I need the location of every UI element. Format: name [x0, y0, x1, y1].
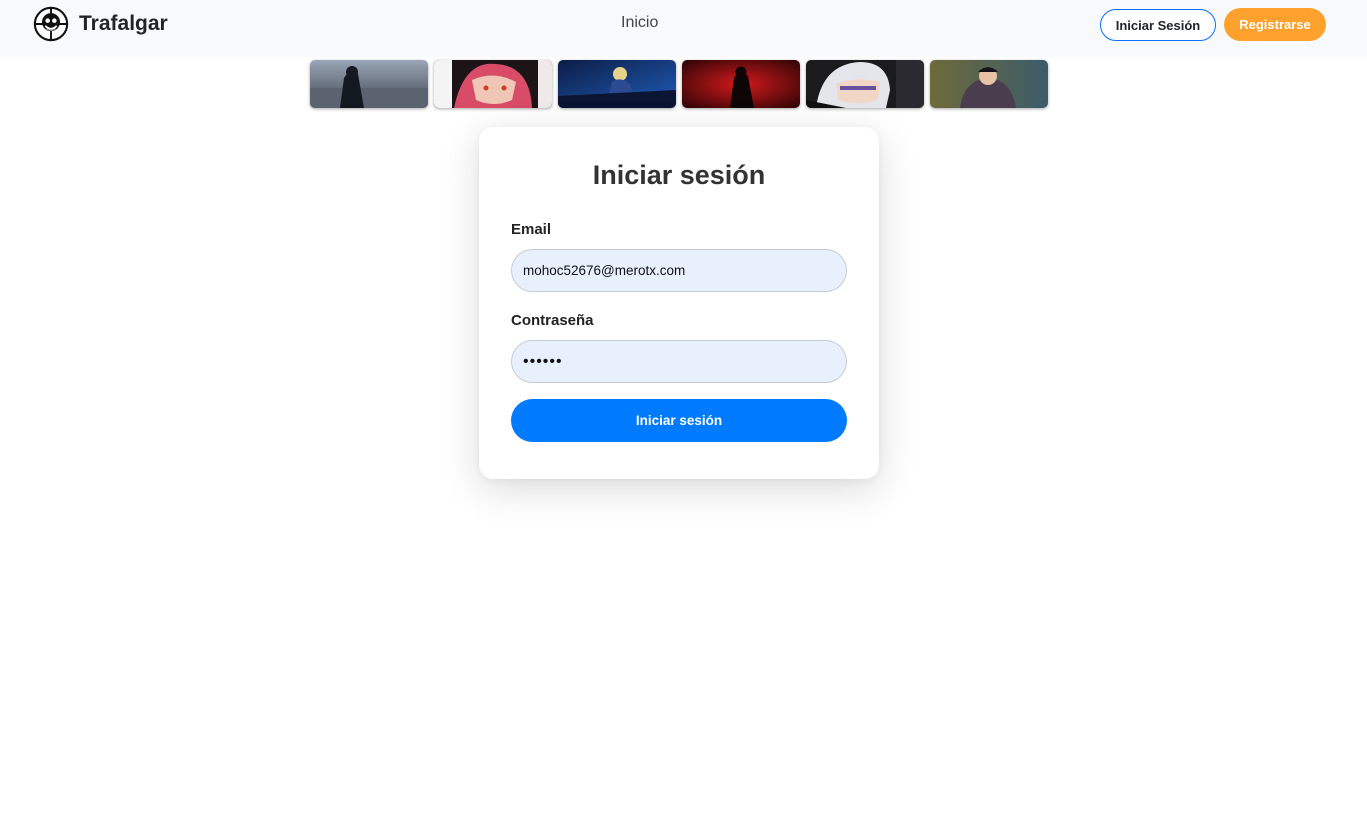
email-field[interactable]: [511, 249, 847, 292]
thumbnail-image: [558, 60, 676, 108]
thumbnail-strip: [310, 60, 1048, 108]
thumbnail-image: [682, 60, 800, 108]
brand-name: Trafalgar: [79, 12, 168, 35]
thumbnail-2[interactable]: [434, 60, 552, 108]
login-nav-button[interactable]: Iniciar Sesión: [1100, 9, 1216, 41]
register-nav-button[interactable]: Registrarse: [1224, 8, 1326, 41]
thumbnail-6[interactable]: [930, 60, 1048, 108]
thumbnail-image: [930, 60, 1048, 108]
top-navbar: Trafalgar Inicio Iniciar Sesión Registra…: [0, 0, 1367, 57]
thumbnail-image: [806, 60, 924, 108]
email-label: Email: [511, 221, 552, 238]
thumbnail-5[interactable]: [806, 60, 924, 108]
thumbnail-image: [434, 60, 552, 108]
thumbnail-1[interactable]: [310, 60, 428, 108]
password-field[interactable]: [511, 340, 847, 383]
nav-link-inicio[interactable]: Inicio: [621, 14, 658, 32]
thumbnail-image: [310, 60, 428, 108]
login-card: Iniciar sesión Email Contraseña Iniciar …: [479, 127, 879, 479]
login-submit-button[interactable]: Iniciar sesión: [511, 399, 847, 442]
password-label: Contraseña: [511, 312, 594, 329]
brand[interactable]: Trafalgar: [32, 5, 168, 43]
jolly-roger-smile-icon: [33, 6, 69, 42]
thumbnail-3[interactable]: [558, 60, 676, 108]
thumbnail-4[interactable]: [682, 60, 800, 108]
login-title: Iniciar sesión: [592, 160, 766, 190]
